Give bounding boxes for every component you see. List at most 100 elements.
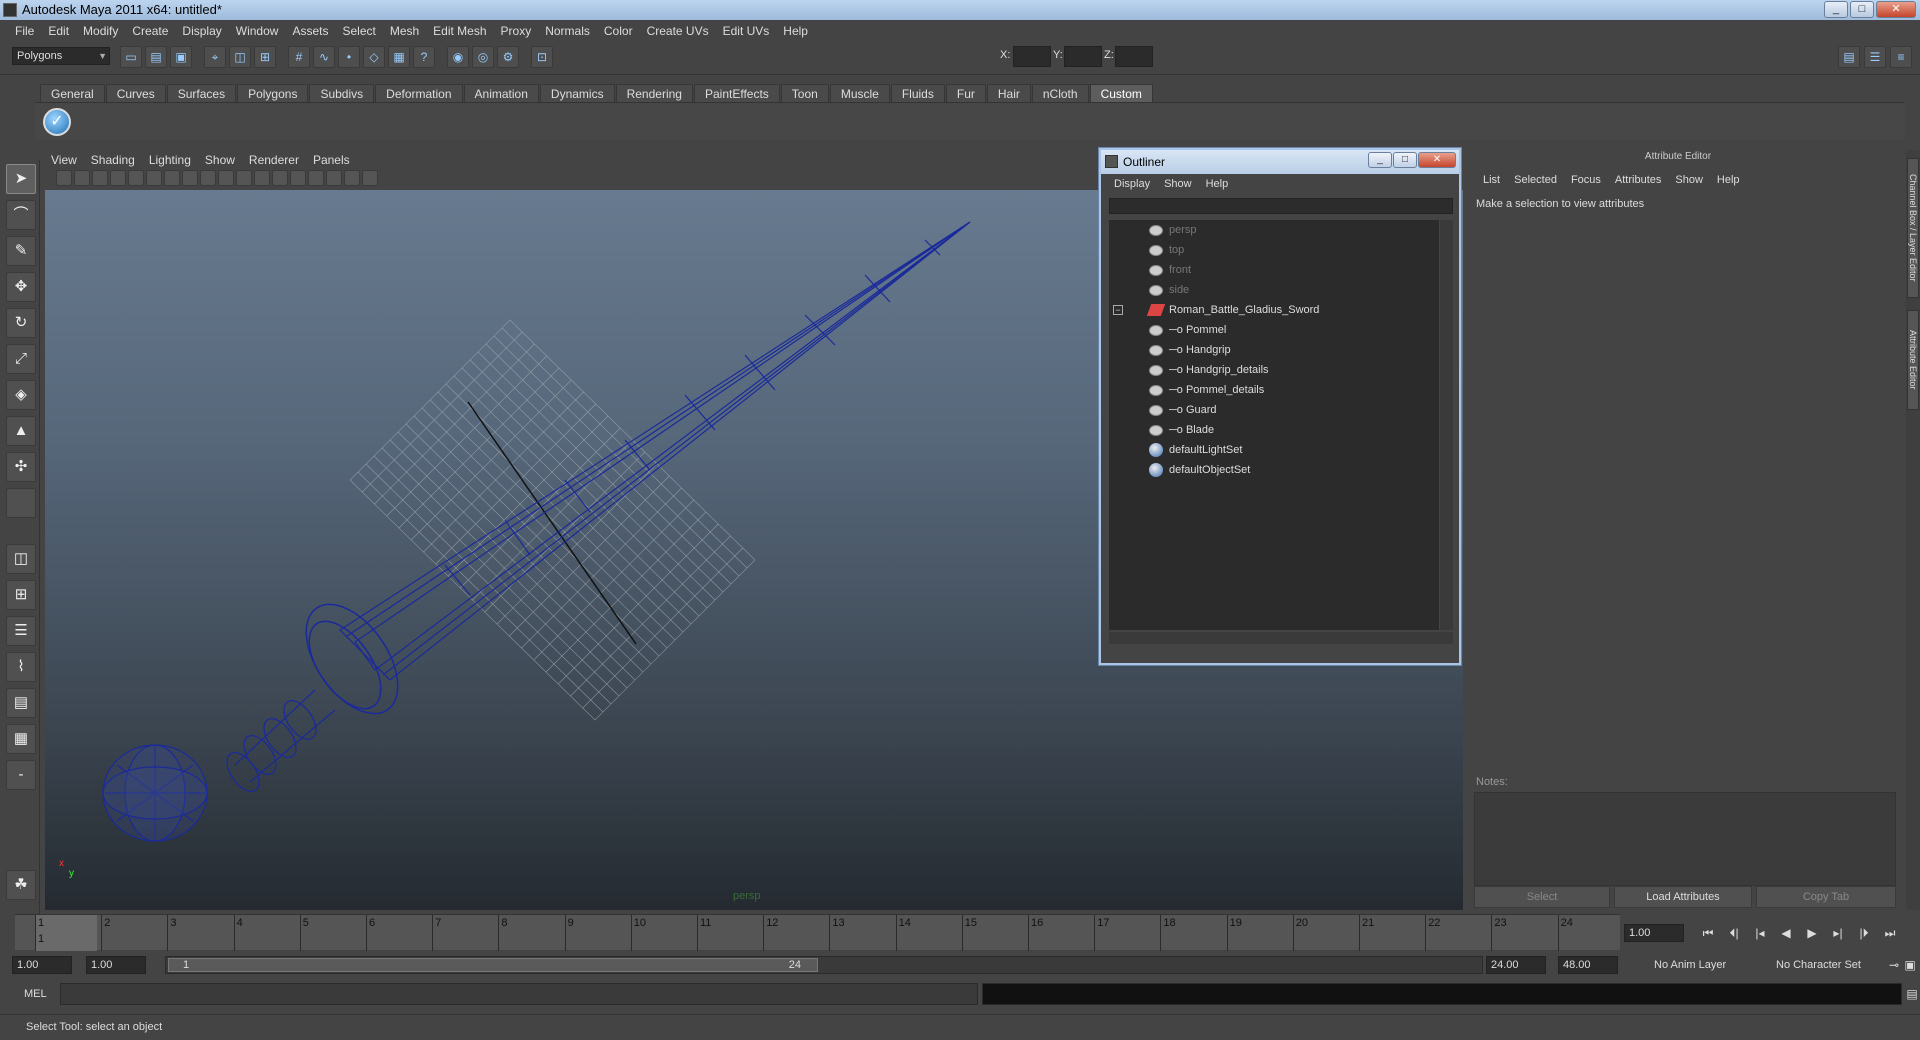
outliner-close-button[interactable]: ✕ <box>1418 152 1456 168</box>
use-all-lights-icon[interactable] <box>308 170 324 186</box>
rotate-tool-icon[interactable]: ↻ <box>6 308 36 338</box>
last-tool-icon[interactable] <box>6 488 36 518</box>
list-item[interactable]: ─o Blade <box>1149 420 1214 440</box>
menu-assets[interactable]: Assets <box>285 24 335 38</box>
open-scene-icon[interactable]: ▤ <box>145 46 167 68</box>
attr-menu-list[interactable]: List <box>1476 174 1507 186</box>
safe-action-icon[interactable] <box>218 170 234 186</box>
attr-menu-attributes[interactable]: Attributes <box>1608 174 1668 186</box>
list-item[interactable]: ─o Handgrip <box>1149 340 1231 360</box>
menu-help[interactable]: Help <box>776 24 815 38</box>
render-frame-icon[interactable]: ◉ <box>447 46 469 68</box>
start-time-field[interactable]: 1.00 <box>12 956 72 974</box>
menu-normals[interactable]: Normals <box>538 24 597 38</box>
soft-mod-tool-icon[interactable]: ▲ <box>6 416 36 446</box>
menu-proxy[interactable]: Proxy <box>494 24 539 38</box>
snap-curve-icon[interactable]: ∿ <box>313 46 335 68</box>
current-frame-marker[interactable]: 1 <box>35 915 97 951</box>
ipr-render-icon[interactable]: ◎ <box>472 46 494 68</box>
tab-ncloth[interactable]: nCloth <box>1031 84 1089 102</box>
viewport-menu-view[interactable]: View <box>44 152 84 168</box>
tab-toon[interactable]: Toon <box>780 84 829 102</box>
select-component-icon[interactable]: ⊞ <box>254 46 276 68</box>
end-time-field[interactable]: 48.00 <box>1558 956 1618 974</box>
current-time-field[interactable]: 1.00 <box>1624 924 1684 942</box>
viewport-menu-show[interactable]: Show <box>198 152 242 168</box>
field-chart-icon[interactable] <box>200 170 216 186</box>
range-slider[interactable]: 1 24 <box>165 956 1483 974</box>
tab-surfaces[interactable]: Surfaces <box>166 84 237 102</box>
outliner-menu-help[interactable]: Help <box>1199 174 1236 194</box>
gate-mask-icon[interactable] <box>182 170 198 186</box>
mel-script-icon[interactable]: ☘ <box>6 870 36 900</box>
attr-menu-selected[interactable]: Selected <box>1507 174 1564 186</box>
anim-layer-dropdown[interactable]: No Anim Layer <box>1650 956 1768 974</box>
select-hierarchy-icon[interactable]: ⌖ <box>204 46 226 68</box>
manipulator-tool-icon[interactable]: ◈ <box>6 380 36 410</box>
outliner-horizontal-scrollbar[interactable] <box>1109 632 1453 644</box>
layout-options-icon[interactable]: - <box>6 760 36 790</box>
tab-polygons[interactable]: Polygons <box>237 84 309 102</box>
tab-animation[interactable]: Animation <box>463 84 539 102</box>
menu-display[interactable]: Display <box>175 24 228 38</box>
tab-curves[interactable]: Curves <box>105 84 166 102</box>
maximize-button[interactable]: □ <box>1850 1 1874 18</box>
menu-edit-mesh[interactable]: Edit Mesh <box>426 24 493 38</box>
outliner-vertical-scrollbar[interactable] <box>1440 220 1453 630</box>
animation-preferences-icon[interactable]: ▣ <box>1900 956 1920 974</box>
outliner-menu-display[interactable]: Display <box>1107 174 1157 194</box>
outliner-filter-field[interactable] <box>1109 198 1453 214</box>
tab-custom[interactable]: Custom <box>1089 84 1153 102</box>
tab-subdivs[interactable]: Subdivs <box>309 84 375 102</box>
step-back-frame-icon[interactable]: ⏴| <box>1724 924 1744 942</box>
select-tool-icon[interactable]: ➤ <box>6 164 36 194</box>
snap-grid-icon[interactable]: # <box>288 46 310 68</box>
script-editor-icon[interactable]: ▤ <box>1902 985 1920 1003</box>
character-set-dropdown[interactable]: No Character Set <box>1772 956 1882 974</box>
tab-deformation[interactable]: Deformation <box>375 84 463 102</box>
viewport-menu-lighting[interactable]: Lighting <box>142 152 198 168</box>
step-forward-frame-icon[interactable]: |⏵ <box>1854 924 1874 942</box>
select-object-icon[interactable]: ◫ <box>229 46 251 68</box>
graph-layout-icon[interactable]: ⌇ <box>6 652 36 682</box>
tab-attribute-editor[interactable]: Attribute Editor <box>1907 310 1919 410</box>
attr-menu-focus[interactable]: Focus <box>1564 174 1608 186</box>
command-input[interactable] <box>60 983 978 1005</box>
menu-edit-uvs[interactable]: Edit UVs <box>716 24 777 38</box>
list-item[interactable]: side <box>1149 280 1189 300</box>
tab-fluids[interactable]: Fluids <box>890 84 945 102</box>
attr-menu-show[interactable]: Show <box>1668 174 1710 186</box>
close-button[interactable]: ✕ <box>1876 1 1916 18</box>
camera-select-icon[interactable] <box>56 170 72 186</box>
menu-color[interactable]: Color <box>597 24 640 38</box>
playback-start-field[interactable]: 1.00 <box>86 956 146 974</box>
command-language-label[interactable]: MEL <box>24 988 47 1000</box>
bookmark-icon[interactable] <box>92 170 108 186</box>
toggle-channel-box-icon[interactable]: ≡ <box>1890 46 1912 68</box>
list-item[interactable]: ─o Handgrip_details <box>1149 360 1269 380</box>
notes-field[interactable] <box>1474 792 1896 886</box>
tab-general[interactable]: General <box>40 84 105 102</box>
x-field[interactable] <box>1013 46 1051 67</box>
list-item[interactable]: front <box>1149 260 1191 280</box>
paint-select-tool-icon[interactable]: ✎ <box>6 236 36 266</box>
play-forwards-icon[interactable]: ▶ <box>1802 924 1822 942</box>
render-layout-icon[interactable]: ▦ <box>6 724 36 754</box>
step-forward-key-icon[interactable]: ▸| <box>1828 924 1848 942</box>
list-item[interactable]: persp <box>1149 220 1197 240</box>
outliner-maximize-button[interactable]: □ <box>1393 152 1417 168</box>
play-backwards-icon[interactable]: ◀ <box>1776 924 1796 942</box>
snap-plane-icon[interactable]: ◇ <box>363 46 385 68</box>
time-slider[interactable]: 1 1 2 3 4 5 6 7 8 9 10 11 12 13 14 15 16 17 18 19 20 21 22 23 2… <box>15 914 1620 951</box>
list-item[interactable]: top <box>1149 240 1184 260</box>
snap-point-icon[interactable]: • <box>338 46 360 68</box>
tab-fur[interactable]: Fur <box>945 84 986 102</box>
film-gate-icon[interactable] <box>146 170 162 186</box>
z-field[interactable] <box>1115 46 1153 67</box>
menu-file[interactable]: File <box>8 24 41 38</box>
render-settings-icon[interactable]: ⚙ <box>497 46 519 68</box>
safe-title-icon[interactable] <box>236 170 252 186</box>
smooth-shade-icon[interactable] <box>272 170 288 186</box>
snap-surface-icon[interactable]: ▦ <box>388 46 410 68</box>
list-item[interactable]: ─o Pommel <box>1149 320 1226 340</box>
